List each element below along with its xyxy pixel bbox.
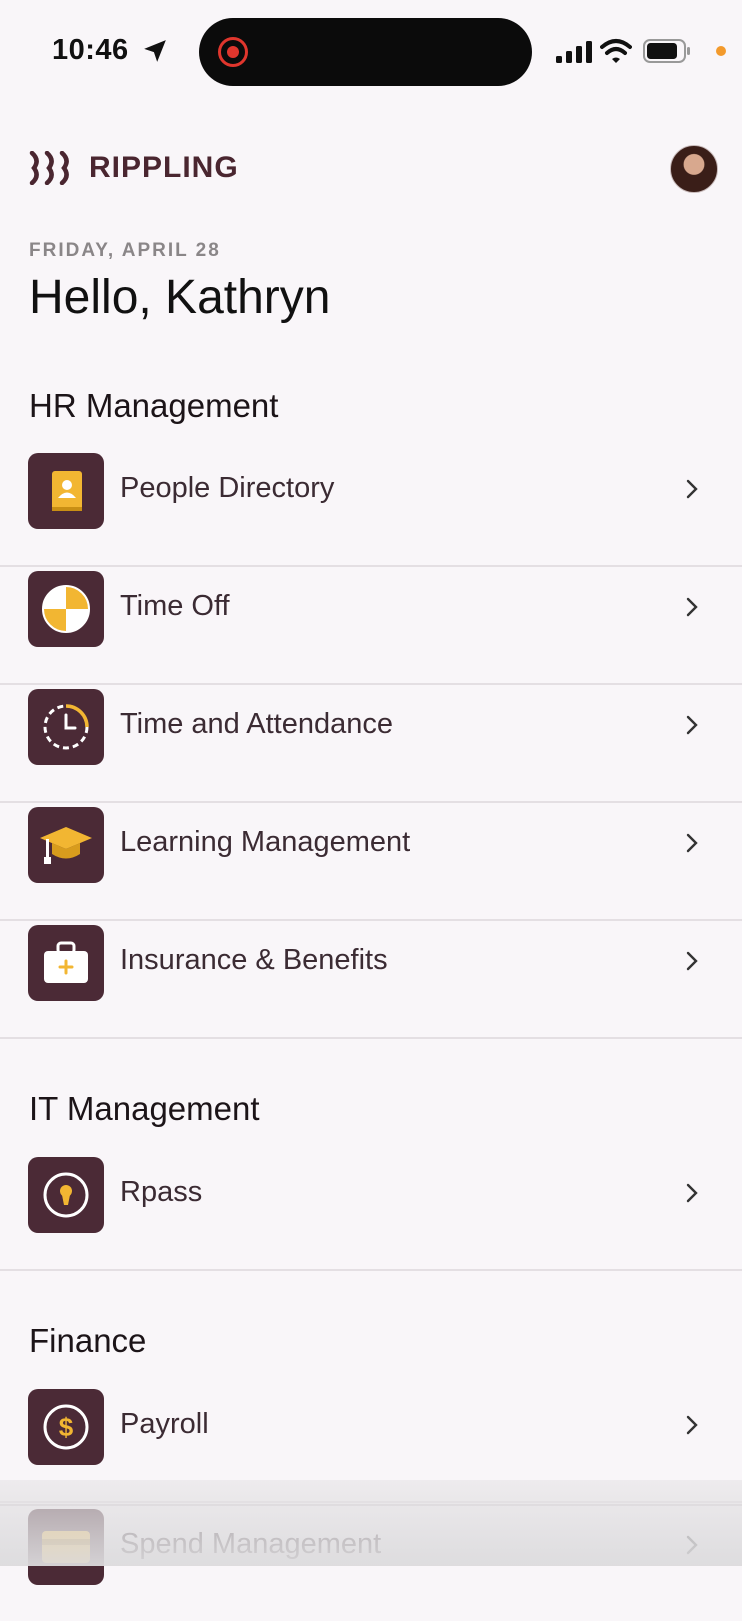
section-title-finance: Finance [29, 1322, 147, 1359]
status-time: 10:46 [52, 34, 129, 66]
clock-icon [28, 689, 104, 765]
credit-card-icon [28, 1509, 104, 1585]
chevron-right-icon [686, 715, 698, 735]
chevron-right-icon [686, 479, 698, 499]
section-title-hr: HR Management [29, 387, 279, 424]
privacy-dot-icon [716, 46, 726, 56]
list-item-rpass[interactable]: Rpass [0, 1154, 742, 1271]
directory-book-icon [28, 453, 104, 529]
battery-icon [643, 39, 690, 63]
list-item-label: Rpass [120, 1176, 203, 1208]
section-title-it: IT Management [29, 1090, 260, 1127]
list-item-people-directory[interactable]: People Directory [0, 450, 742, 567]
graduation-cap-icon [28, 807, 104, 883]
signal-bars-icon [556, 41, 592, 63]
list-item-label: Learning Management [120, 826, 411, 858]
medical-bag-icon [28, 925, 104, 1001]
chevron-right-icon [686, 597, 698, 617]
beach-ball-icon [28, 571, 104, 647]
rippling-logo-icon [29, 151, 69, 185]
location-arrow-icon [144, 40, 166, 62]
screen-recording-icon [218, 37, 248, 67]
dynamic-island [199, 18, 532, 86]
chevron-right-icon [686, 833, 698, 853]
list-item-payroll[interactable]: $ Payroll [0, 1386, 742, 1503]
list-item-label: Payroll [120, 1408, 209, 1440]
rippling-logo: RIPPLING [29, 150, 239, 186]
list-item-label: People Directory [120, 472, 335, 504]
list-item-label: Time Off [120, 590, 230, 622]
logo-text: RIPPLING [89, 151, 239, 184]
chevron-right-icon [686, 1535, 698, 1555]
list-item-spend-management[interactable]: Spend Management [0, 1504, 742, 1621]
chevron-right-icon [686, 951, 698, 971]
list-item-insurance-benefits[interactable]: Insurance & Benefits [0, 922, 742, 1039]
list-item-learning-management[interactable]: Learning Management [0, 804, 742, 921]
list-item-time-off[interactable]: Time Off [0, 568, 742, 685]
current-date: FRIDAY, APRIL 28 [29, 240, 221, 261]
list-item-label: Spend Management [120, 1528, 382, 1560]
list-item-label: Insurance & Benefits [120, 944, 388, 976]
list-item-label: Time and Attendance [120, 708, 393, 740]
keyhole-icon [28, 1157, 104, 1233]
dollar-coin-icon: $ [28, 1389, 104, 1465]
avatar[interactable] [670, 145, 718, 193]
list-item-time-and-attendance[interactable]: Time and Attendance [0, 686, 742, 803]
svg-text:$: $ [59, 1412, 74, 1442]
greeting-title: Hello, Kathryn [29, 271, 331, 324]
chevron-right-icon [686, 1183, 698, 1203]
chevron-right-icon [686, 1415, 698, 1435]
wifi-icon [600, 39, 632, 63]
status-bar: 10:46 [0, 0, 742, 100]
